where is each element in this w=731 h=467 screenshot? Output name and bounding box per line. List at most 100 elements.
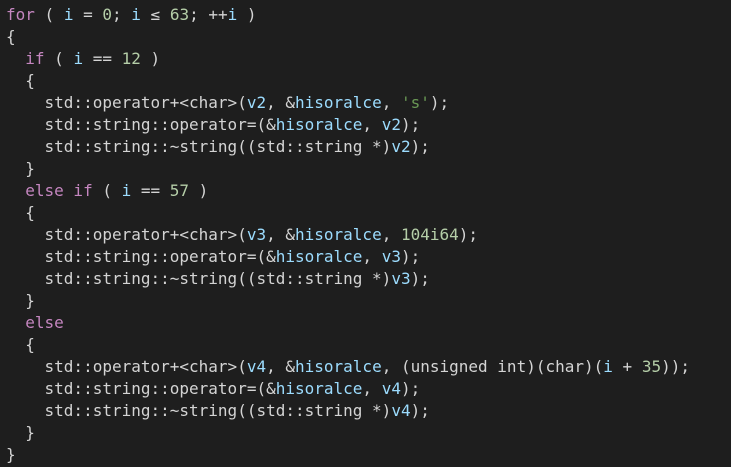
- code-token-op: ==: [83, 49, 122, 68]
- code-token-op: , &: [266, 225, 295, 244]
- code-line[interactable]: }: [6, 290, 731, 312]
- code-token-op: {: [6, 27, 16, 46]
- code-token-var: i: [603, 357, 613, 376]
- code-token-var: v4: [381, 379, 401, 398]
- code-token-var: v2: [391, 137, 411, 156]
- code-token-op: ): [140, 49, 161, 68]
- code-line[interactable]: std::string::operator=(&hisoralce, v3);: [6, 246, 731, 268]
- code-token-var: hisoralce: [275, 115, 363, 134]
- code-line[interactable]: std::operator+<char>(v2, &hisoralce, 's'…: [6, 92, 731, 114]
- code-token-op: {: [6, 203, 35, 222]
- code-token-op: std::string::operator=(&: [6, 115, 276, 134]
- code-token-op: [6, 181, 25, 200]
- code-token-op: std::operator+<char>(: [6, 225, 247, 244]
- code-token-op: ,: [381, 225, 401, 244]
- code-token-var: v4: [391, 401, 411, 420]
- code-token-op: ): [189, 181, 209, 200]
- code-token-var: i: [73, 49, 84, 68]
- code-line[interactable]: else if ( i == 57 ): [6, 180, 731, 202]
- code-token-op: std::operator+<char>(: [6, 357, 247, 376]
- code-token-op: ,: [362, 115, 382, 134]
- code-token-op: std::string::operator=(&: [6, 247, 276, 266]
- code-token-op: ; ++: [189, 5, 228, 24]
- code-token-op: , &: [266, 93, 295, 112]
- code-token-var: hisoralce: [295, 357, 382, 376]
- code-token-op: =: [73, 5, 103, 24]
- code-token-op: );: [410, 137, 430, 156]
- code-token-keyword: if: [25, 49, 45, 68]
- code-token-number: 104i64: [400, 225, 459, 244]
- code-line[interactable]: else: [6, 312, 731, 334]
- code-line[interactable]: {: [6, 334, 731, 356]
- code-token-op: );: [400, 115, 421, 134]
- code-token-op: ,: [362, 247, 382, 266]
- code-token-op: [6, 49, 25, 68]
- code-token-number: 57: [169, 181, 190, 200]
- code-token-var: i: [121, 181, 132, 200]
- code-token-op: );: [429, 93, 450, 112]
- code-token-var: v3: [381, 247, 401, 266]
- code-line[interactable]: std::operator+<char>(v3, &hisoralce, 104…: [6, 224, 731, 246]
- code-token-op: std::string::~string((std::string *): [6, 269, 392, 288]
- code-line[interactable]: if ( i == 12 ): [6, 48, 731, 70]
- code-token-op: (: [44, 49, 74, 68]
- code-token-var: v2: [246, 93, 267, 112]
- code-line[interactable]: std::string::~string((std::string *)v4);: [6, 400, 731, 422]
- code-token-op: ): [237, 5, 257, 24]
- code-token-op: ≤: [140, 5, 170, 24]
- code-token-number: 12: [121, 49, 141, 68]
- code-token-op: }: [6, 159, 35, 178]
- code-line[interactable]: {: [6, 202, 731, 224]
- code-line[interactable]: for ( i = 0; i ≤ 63; ++i ): [6, 4, 731, 26]
- code-token-op: ,: [362, 379, 382, 398]
- code-line[interactable]: {: [6, 26, 731, 48]
- code-token-op: std::string::~string((std::string *): [6, 137, 392, 156]
- code-token-op: ,: [381, 93, 401, 112]
- code-token-var: v2: [381, 115, 401, 134]
- code-token-op: (: [34, 5, 64, 24]
- code-token-op: }: [6, 445, 16, 464]
- code-token-op: {: [6, 335, 35, 354]
- code-token-op: );: [410, 269, 430, 288]
- code-token-op: [6, 313, 25, 332]
- code-token-var: i: [63, 5, 74, 24]
- code-token-op: (: [92, 181, 122, 200]
- code-line[interactable]: std::string::~string((std::string *)v2);: [6, 136, 731, 158]
- code-token-var: v4: [246, 357, 267, 376]
- code-line[interactable]: std::string::~string((std::string *)v3);: [6, 268, 731, 290]
- code-token-op: }: [6, 291, 35, 310]
- code-line[interactable]: }: [6, 158, 731, 180]
- code-token-op: std::string::~string((std::string *): [6, 401, 392, 420]
- code-token-keyword: else if: [25, 181, 93, 200]
- code-token-var: hisoralce: [295, 225, 382, 244]
- code-token-op: std::operator+<char>(: [6, 93, 247, 112]
- code-token-op: , (unsigned int)(char)(: [381, 357, 604, 376]
- code-token-keyword: for: [6, 5, 35, 24]
- code-token-op: ;: [112, 5, 132, 24]
- code-line[interactable]: std::string::operator=(&hisoralce, v4);: [6, 378, 731, 400]
- code-editor[interactable]: for ( i = 0; i ≤ 63; ++i ){ if ( i == 12…: [0, 0, 731, 467]
- code-token-var: i: [131, 5, 141, 24]
- code-token-op: ));: [661, 357, 690, 376]
- code-line[interactable]: std::operator+<char>(v4, &hisoralce, (un…: [6, 356, 731, 378]
- code-token-number: 0: [102, 5, 112, 24]
- code-line[interactable]: {: [6, 70, 731, 92]
- code-token-number: 63: [169, 5, 190, 24]
- code-line[interactable]: }: [6, 422, 731, 444]
- code-token-var: v3: [391, 269, 411, 288]
- code-line[interactable]: std::string::operator=(&hisoralce, v2);: [6, 114, 731, 136]
- code-token-keyword: else: [25, 313, 64, 332]
- code-token-var: hisoralce: [275, 379, 363, 398]
- code-token-var: i: [227, 5, 238, 24]
- code-token-var: v3: [246, 225, 267, 244]
- code-token-var: hisoralce: [275, 247, 363, 266]
- code-token-op: std::string::operator=(&: [6, 379, 276, 398]
- code-line[interactable]: }: [6, 444, 731, 466]
- code-token-op: );: [458, 225, 479, 244]
- code-token-op: {: [6, 71, 35, 90]
- code-token-op: );: [400, 247, 421, 266]
- code-token-var: hisoralce: [295, 93, 382, 112]
- code-token-op: );: [400, 379, 421, 398]
- code-token-op: );: [410, 401, 430, 420]
- code-token-op: }: [6, 423, 35, 442]
